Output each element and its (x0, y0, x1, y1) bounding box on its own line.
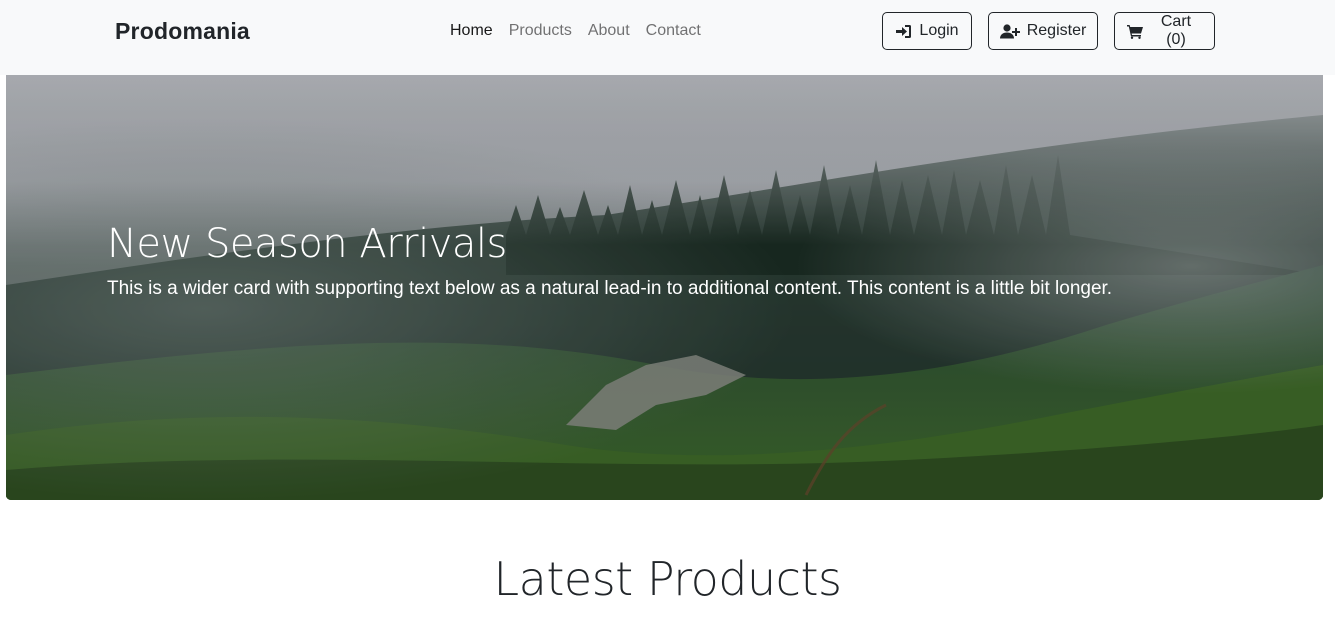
login-label: Login (919, 22, 959, 39)
hero-text: This is a wider card with supporting tex… (107, 278, 1113, 299)
user-plus-icon (999, 23, 1020, 39)
brand-logo[interactable]: Prodomania (115, 18, 250, 45)
sign-in-icon (895, 24, 912, 39)
nav-link-products[interactable]: Products (509, 22, 572, 40)
register-label: Register (1026, 22, 1087, 39)
register-button[interactable]: Register (988, 12, 1098, 50)
hero-title: New Season Arrivals (107, 221, 507, 267)
navbar: Prodomania Home Products About Contact L… (0, 0, 1335, 75)
nav-link-contact[interactable]: Contact (646, 22, 701, 40)
cart-button[interactable]: Cart (0) (1114, 12, 1215, 50)
shopping-cart-icon (1127, 24, 1143, 39)
hero-banner: New Season Arrivals This is a wider card… (6, 75, 1323, 500)
nav-link-home[interactable]: Home (450, 22, 493, 40)
cart-label: Cart (0) (1160, 13, 1192, 48)
login-button[interactable]: Login (882, 12, 972, 50)
latest-products-heading: Latest Products (493, 552, 842, 606)
nav-link-about[interactable]: About (588, 22, 630, 40)
nav-links: Home Products About Contact (450, 22, 701, 40)
